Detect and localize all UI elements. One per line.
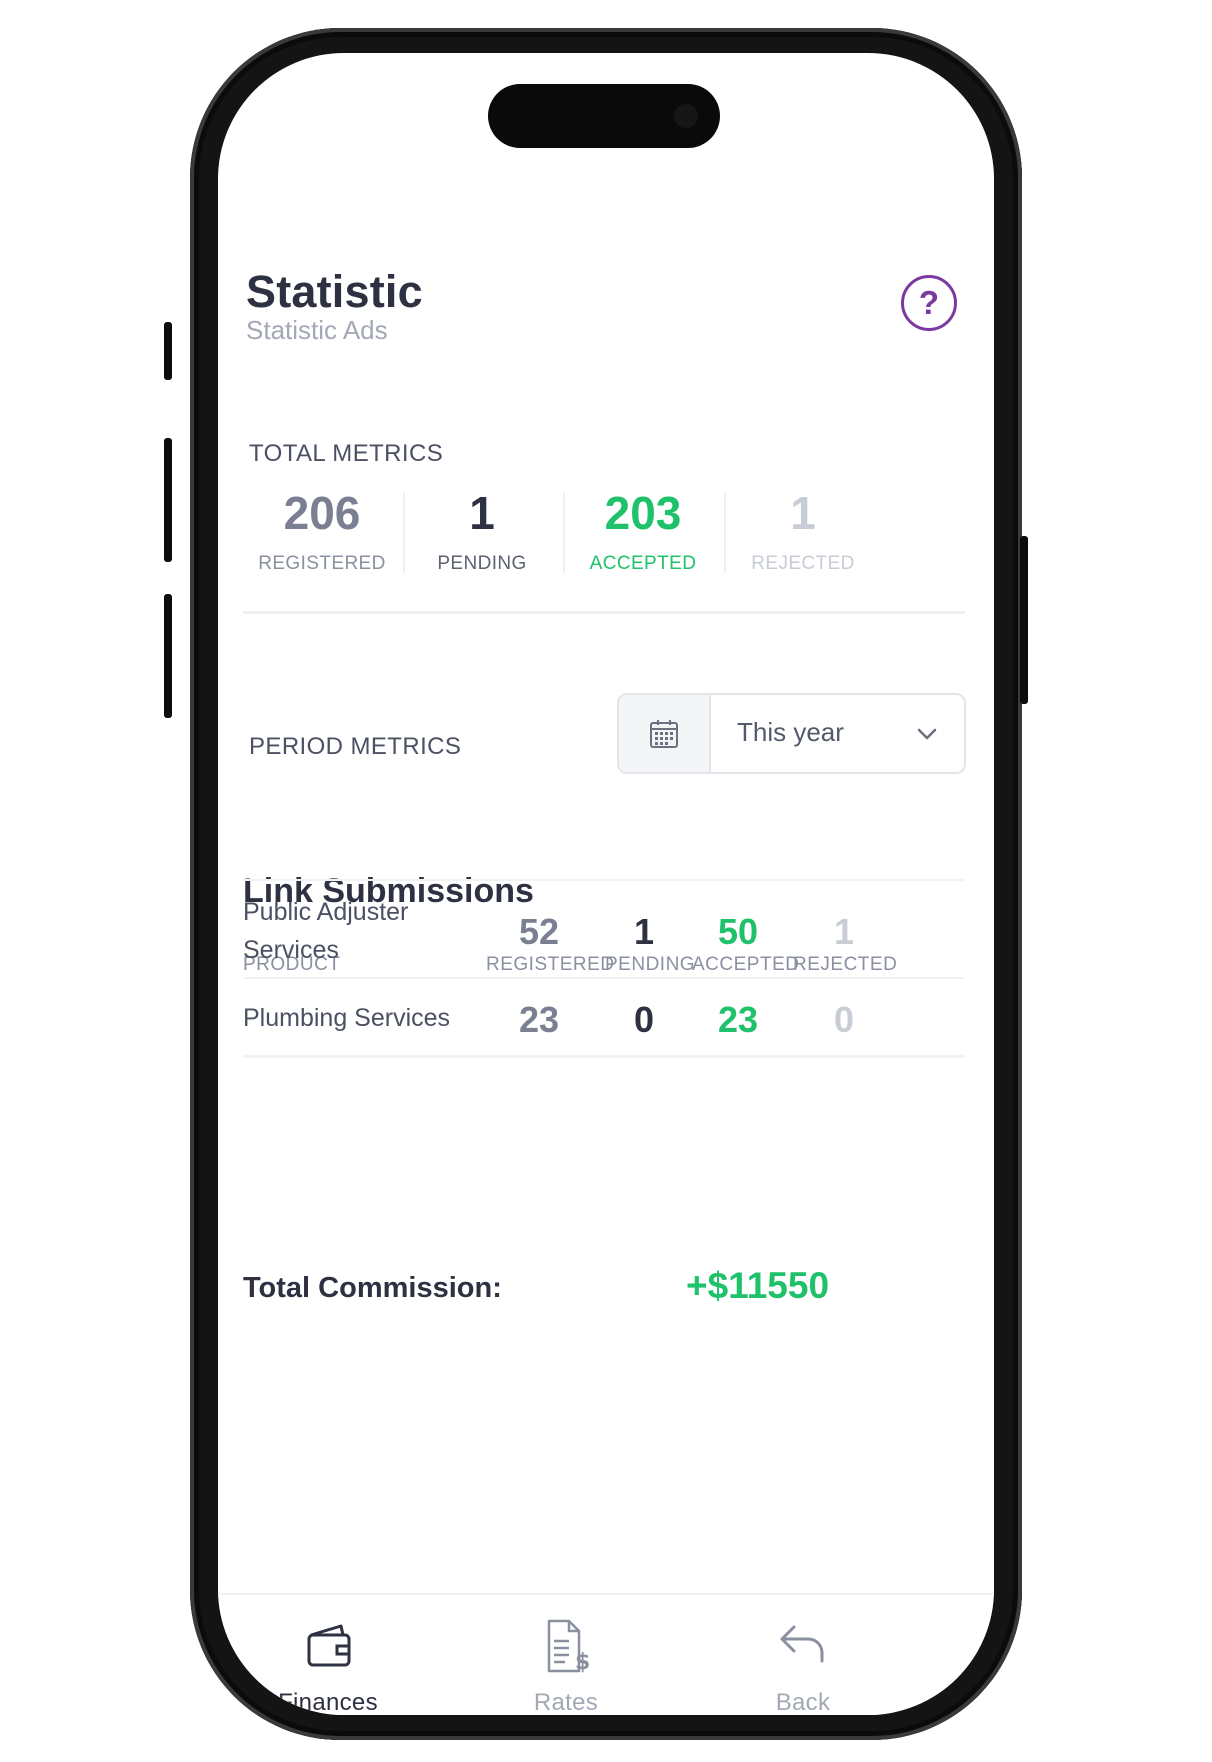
chevron-down-icon [917, 728, 937, 740]
metric-rejected-value: 1 [790, 487, 816, 539]
metric-registered: 206 REGISTERED [232, 485, 412, 575]
period-select[interactable]: This year [617, 693, 966, 774]
page-subtitle: Statistic Ads [246, 315, 388, 345]
dynamic-island [488, 84, 720, 148]
product-name-line: Plumbing Services [243, 1004, 451, 1032]
page-title: Statistic [246, 266, 423, 317]
volume-up-button [164, 438, 172, 562]
power-button [1020, 536, 1028, 704]
question-circle-icon[interactable]: ? [901, 275, 957, 331]
table-cell-accepted: 23 [717, 999, 759, 1040]
tab-label: Finances [278, 1689, 378, 1715]
table-row-divider [243, 977, 965, 979]
calendar-button[interactable] [619, 695, 711, 772]
tab-label: Rates [533, 1689, 599, 1715]
metric-rejected: 1 REJECTED [713, 485, 893, 575]
invoice-dollar-icon: $ [486, 1615, 646, 1677]
tab-back[interactable]: Back [723, 1615, 883, 1715]
svg-text:$: $ [575, 1650, 590, 1675]
table-cell-registered: 23 [518, 999, 560, 1040]
metric-pending: 1 PENDING [392, 485, 572, 575]
tab-rates[interactable]: $ Rates [486, 1615, 646, 1715]
help-glyph: ? [918, 284, 940, 321]
metric-accepted-label: ACCEPTED [589, 553, 697, 574]
metric-registered-label: REGISTERED [258, 553, 386, 574]
table-header-divider [243, 879, 965, 881]
metric-accepted-value: 203 [604, 487, 682, 539]
phone-screen: Statistic Statistic Ads ? TOTAL METRICS … [218, 53, 994, 1715]
total-commission-label: Total Commission: [243, 1272, 502, 1304]
volume-down-button [164, 594, 172, 718]
total-metrics-label: TOTAL METRICS [249, 440, 444, 467]
total-commission-value: +$11550 [686, 1265, 830, 1306]
period-select-value: This year [737, 717, 844, 747]
table-row-divider [243, 1055, 965, 1058]
product-name-line: Public Adjuster [243, 898, 409, 926]
period-metrics-label: PERIOD METRICS [249, 733, 462, 760]
product-name-line: Services [243, 936, 339, 964]
column-header-registered: REGISTERED [486, 954, 615, 975]
table-row-product: Public Adjuster Services [243, 893, 408, 969]
table-row-product: Plumbing Services [243, 999, 450, 1037]
mute-switch [164, 322, 172, 380]
section-divider [243, 611, 965, 614]
metric-pending-label: PENDING [437, 553, 527, 574]
back-arrow-icon [723, 1615, 883, 1677]
tab-label: Back [775, 1689, 831, 1715]
column-header-rejected: REJECTED [793, 954, 898, 975]
wallet-icon [248, 1615, 408, 1677]
column-header-accepted: ACCEPTED [692, 954, 800, 975]
metric-registered-value: 206 [283, 487, 361, 539]
calendar-icon [650, 719, 678, 748]
table-cell-rejected: 1 [833, 911, 855, 952]
table-cell-accepted: 50 [717, 911, 759, 952]
tab-finances[interactable]: Finances [248, 1615, 408, 1715]
metric-rejected-label: REJECTED [751, 553, 855, 574]
column-header-pending: PENDING [605, 954, 696, 975]
metric-accepted: 203 ACCEPTED [553, 485, 733, 575]
metric-pending-value: 1 [469, 487, 495, 539]
table-cell-rejected: 0 [833, 999, 855, 1040]
table-cell-registered: 52 [518, 911, 560, 952]
